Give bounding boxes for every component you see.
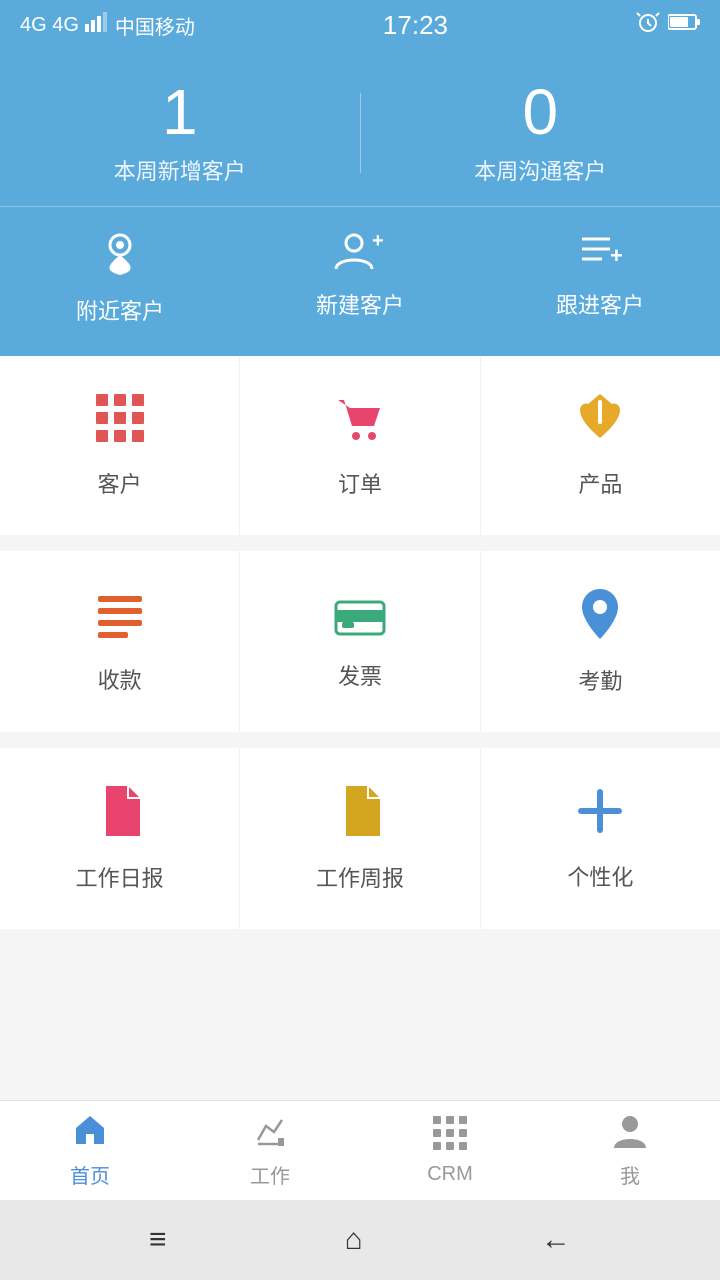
status-right: [636, 10, 700, 40]
customers-label: 客户: [98, 467, 142, 499]
attendance-icon: [578, 587, 622, 650]
add-customer-icon: +: [334, 227, 386, 278]
tab-work[interactable]: 工作: [180, 1101, 360, 1200]
me-tab-label: 我: [620, 1160, 640, 1189]
menu-item-orders[interactable]: 订单: [240, 356, 480, 535]
daily-report-icon: [98, 784, 142, 847]
nav-home-button[interactable]: ⌂: [345, 1225, 363, 1255]
system-nav-bar: ≡ ⌂ ←: [0, 1200, 720, 1280]
carrier-label: 中国移动: [115, 11, 195, 40]
stat-new-customers-value: 1: [0, 80, 360, 144]
menu-item-customers[interactable]: 客户: [0, 356, 240, 535]
signal-icon: 4G 4G: [20, 14, 79, 37]
payment-label: 收款: [98, 663, 142, 695]
battery-icon: [668, 13, 700, 37]
svg-text:+: +: [372, 230, 384, 252]
attendance-label: 考勤: [578, 664, 622, 696]
nav-back-button[interactable]: ←: [541, 1225, 571, 1255]
orders-icon: [334, 392, 386, 453]
new-customer-label: 新建客户: [316, 288, 404, 320]
menu-row-2: 收款 发票 考勤: [0, 551, 720, 732]
menu-row-1: 客户 订单 产品: [0, 356, 720, 535]
stat-communicated-value: 0: [361, 80, 720, 144]
quick-action-nearby[interactable]: 附近客户: [76, 227, 164, 326]
products-icon: [574, 392, 626, 453]
status-left: 4G 4G 中国移动: [20, 11, 195, 40]
menu-item-invoice[interactable]: 发票: [240, 551, 480, 732]
main-content: 客户 订单 产品: [0, 356, 720, 1100]
nav-menu-button[interactable]: ≡: [149, 1225, 167, 1255]
status-time: 17:23: [383, 10, 448, 41]
menu-row-3: 工作日报 工作周报 个性化: [0, 748, 720, 929]
nearby-icon: [98, 227, 142, 284]
status-bar: 4G 4G 中国移动 17:23: [0, 0, 720, 50]
menu-item-weekly-report[interactable]: 工作周报: [240, 748, 480, 929]
invoice-label: 发票: [338, 659, 382, 691]
svg-text:+: +: [610, 243, 622, 268]
weekly-report-icon: [338, 784, 382, 847]
menu-item-payment[interactable]: 收款: [0, 551, 240, 732]
daily-report-label: 工作日报: [76, 861, 164, 893]
menu-section-3: 工作日报 工作周报 个性化: [0, 748, 720, 929]
quick-actions: 附近客户 + 新建客户 + 跟进客户: [0, 206, 720, 356]
header-stats: 1 本周新增客户 0 本周沟通客户: [0, 50, 720, 206]
stat-new-customers: 1 本周新增客户: [0, 80, 360, 186]
work-tab-label: 工作: [250, 1160, 290, 1189]
home-tab-icon: [72, 1112, 108, 1154]
tab-bar: 首页 工作 CRM: [0, 1100, 720, 1200]
products-label: 产品: [578, 467, 622, 499]
tab-home[interactable]: 首页: [0, 1101, 180, 1200]
crm-tab-label: CRM: [427, 1163, 473, 1186]
orders-label: 订单: [338, 467, 382, 499]
stat-communicated-label: 本周沟通客户: [361, 154, 720, 186]
tab-me[interactable]: 我: [540, 1101, 720, 1200]
personalize-label: 个性化: [567, 860, 633, 892]
personalize-icon: [574, 785, 626, 846]
quick-action-new-customer[interactable]: + 新建客户: [316, 227, 404, 326]
menu-section-1: 客户 订单 产品: [0, 356, 720, 535]
menu-item-attendance[interactable]: 考勤: [481, 551, 720, 732]
home-tab-label: 首页: [70, 1160, 110, 1189]
followup-icon: +: [578, 227, 622, 278]
menu-item-products[interactable]: 产品: [481, 356, 720, 535]
signal-bars: [85, 12, 109, 38]
work-tab-icon: [252, 1112, 288, 1154]
quick-action-followup[interactable]: + 跟进客户: [556, 227, 644, 326]
me-tab-icon: [612, 1112, 648, 1154]
menu-item-personalize[interactable]: 个性化: [481, 748, 720, 929]
menu-section-2: 收款 发票 考勤: [0, 551, 720, 732]
stat-new-customers-label: 本周新增客户: [0, 154, 360, 186]
weekly-report-label: 工作周报: [316, 861, 404, 893]
followup-label: 跟进客户: [556, 288, 644, 320]
menu-item-daily-report[interactable]: 工作日报: [0, 748, 240, 929]
customers-icon: [94, 392, 146, 453]
tab-crm[interactable]: CRM: [360, 1101, 540, 1200]
alarm-icon: [636, 10, 660, 40]
invoice-icon: [334, 593, 386, 645]
stat-communicated-customers: 0 本周沟通客户: [361, 80, 720, 186]
nearby-label: 附近客户: [76, 294, 164, 326]
payment-icon: [94, 588, 146, 649]
crm-tab-icon: [432, 1115, 468, 1157]
